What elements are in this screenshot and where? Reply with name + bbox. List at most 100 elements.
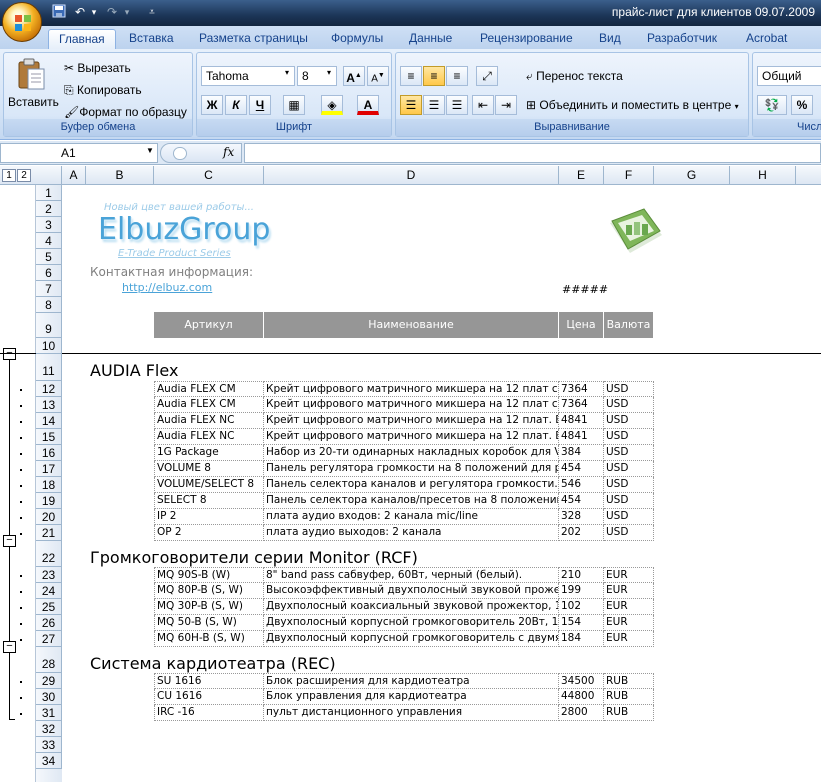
column-header-h[interactable]: H [730,166,796,185]
cell-article[interactable]: Audia FLEX NC [154,429,264,445]
name-box[interactable]: A1 [0,143,158,163]
cell-price[interactable]: 184 [559,631,604,647]
cell-currency[interactable]: USD [604,429,654,445]
cell-name[interactable]: Крейт цифрового матричного микшера на 12… [264,413,559,429]
align-top-icon[interactable]: ≡ [400,66,422,86]
align-middle-icon[interactable]: ≡ [423,66,445,86]
cell-name[interactable]: пульт дистанционного управления [264,705,559,721]
cell-price[interactable]: 4841 [559,429,604,445]
cell-name[interactable]: Блок расширения для кардиотеатра [264,673,559,689]
cut-button[interactable]: ✂ Вырезать [64,61,131,75]
bold-button[interactable]: Ж [201,95,223,115]
column-header-c[interactable]: C [154,166,264,185]
cell-price[interactable]: 454 [559,461,604,477]
underline-button[interactable]: Ч [249,95,271,115]
tab-review[interactable]: Рецензирование [478,29,575,49]
tab-formulas[interactable]: Формулы [329,29,385,49]
cell-article[interactable]: Audia FLEX CM [154,381,264,397]
cell-article[interactable]: Audia FLEX NC [154,413,264,429]
cell-article[interactable]: MQ 80P-B (S, W) [154,583,264,599]
row-header-6[interactable]: 6 [36,265,62,281]
cell-article[interactable]: VOLUME 8 [154,461,264,477]
cell-price[interactable]: 102 [559,599,604,615]
row-header-15[interactable]: 15 [36,429,62,445]
redo-icon[interactable]: ↷ [104,4,120,21]
cell-name[interactable]: Двухполосный корпусной громкоговоритель … [264,615,559,631]
column-header-g[interactable]: G [654,166,730,185]
worksheet[interactable]: Новый цвет вашей работы... ElbuzGroup E-… [62,185,821,782]
customize-toolbar-icon[interactable]: ⩡ [145,4,159,21]
cell-currency[interactable]: USD [604,477,654,493]
cell-price[interactable]: 210 [559,567,604,583]
fill-color-icon[interactable]: ◈ [321,95,343,115]
cell-name[interactable]: Панель селектора каналов/пресетов на 8 п… [264,493,559,509]
column-header-b[interactable]: B [86,166,154,185]
column-header-i[interactable] [796,166,821,185]
cell-name[interactable]: Панель селектора каналов и регулятора гр… [264,477,559,493]
cell-price[interactable]: 199 [559,583,604,599]
cell-currency[interactable]: RUB [604,689,654,705]
cell-name[interactable]: Панель регулятора громкости на 8 положен… [264,461,559,477]
merge-center-button[interactable]: ⊞ Объединить и поместить в центре ▾ [526,98,739,112]
row-header-3[interactable]: 3 [36,217,62,233]
row-header-33[interactable]: 33 [36,737,62,753]
select-all-corner[interactable] [36,166,62,185]
row-header-8[interactable]: 8 [36,297,62,313]
row-header-20[interactable]: 20 [36,509,62,525]
align-center-icon[interactable]: ☰ [423,95,445,115]
tab-developer[interactable]: Разработчик [645,29,719,49]
cell-price[interactable]: 34500 [559,673,604,689]
row-header-21[interactable]: 21 [36,525,62,541]
cell-article[interactable]: VOLUME/SELECT 8 [154,477,264,493]
cell-article[interactable]: MQ 60H-B (S, W) [154,631,264,647]
row-header-16[interactable]: 16 [36,445,62,461]
row-header-19[interactable]: 19 [36,493,62,509]
cell-currency[interactable]: EUR [604,615,654,631]
paste-button[interactable]: Вставить [8,95,59,109]
collapse-icon[interactable] [173,147,187,160]
increase-indent-icon[interactable]: ⇥ [495,95,517,115]
cell-price[interactable]: 2800 [559,705,604,721]
cell-article[interactable]: OP 2 [154,525,264,541]
cell-name[interactable]: Набор из 20-ти одинарных накладных короб… [264,445,559,461]
cell-currency[interactable]: EUR [604,599,654,615]
row-header-22[interactable]: 22 [36,541,62,567]
cell-article[interactable]: MQ 30P-B (S, W) [154,599,264,615]
tab-insert[interactable]: Вставка [127,29,176,49]
cell-name[interactable]: Двухполосный корпусной громкоговоритель … [264,631,559,647]
row-header-9[interactable]: 9 [36,313,62,338]
currency-icon[interactable]: 💱 [757,95,787,115]
font-size-dropdown-icon[interactable]: ▾ [327,68,331,77]
align-bottom-icon[interactable]: ≡ [446,66,468,86]
collapse-group-icon[interactable]: − [3,535,16,547]
cell-price[interactable]: 546 [559,477,604,493]
font-color-icon[interactable]: A [357,95,379,115]
row-header-30[interactable]: 30 [36,689,62,705]
percent-button[interactable]: % [791,95,813,115]
row-header-24[interactable]: 24 [36,583,62,599]
outline-level-2-button[interactable]: 2 [17,169,31,182]
tab-view[interactable]: Вид [597,29,623,49]
grow-font-icon[interactable]: A▲ [343,66,365,86]
undo-dropdown-icon[interactable]: ▾ [89,4,99,21]
save-icon[interactable] [50,4,68,21]
cell-currency[interactable]: RUB [604,673,654,689]
row-header-31[interactable]: 31 [36,705,62,721]
column-header-e[interactable]: E [559,166,604,185]
row-header-12[interactable]: 12 [36,381,62,397]
cell-article[interactable]: Audia FLEX CM [154,397,264,413]
row-header-26[interactable]: 26 [36,615,62,631]
shrink-font-icon[interactable]: A▼ [367,66,389,86]
orientation-icon[interactable]: ⤢ [476,66,498,86]
cell-article[interactable]: MQ 90S-B (W) [154,567,264,583]
cell-price[interactable]: 202 [559,525,604,541]
wrap-text-button[interactable]: ⤶ Перенос текста [526,69,623,84]
column-header-d[interactable]: D [264,166,559,185]
align-right-icon[interactable]: ☰ [446,95,468,115]
row-header-23[interactable]: 23 [36,567,62,583]
cell-price[interactable]: 7364 [559,397,604,413]
cell-currency[interactable]: USD [604,509,654,525]
cell-name[interactable]: Крейт цифрового матричного микшера на 12… [264,381,559,397]
cell-currency[interactable]: USD [604,381,654,397]
row-header-14[interactable]: 14 [36,413,62,429]
